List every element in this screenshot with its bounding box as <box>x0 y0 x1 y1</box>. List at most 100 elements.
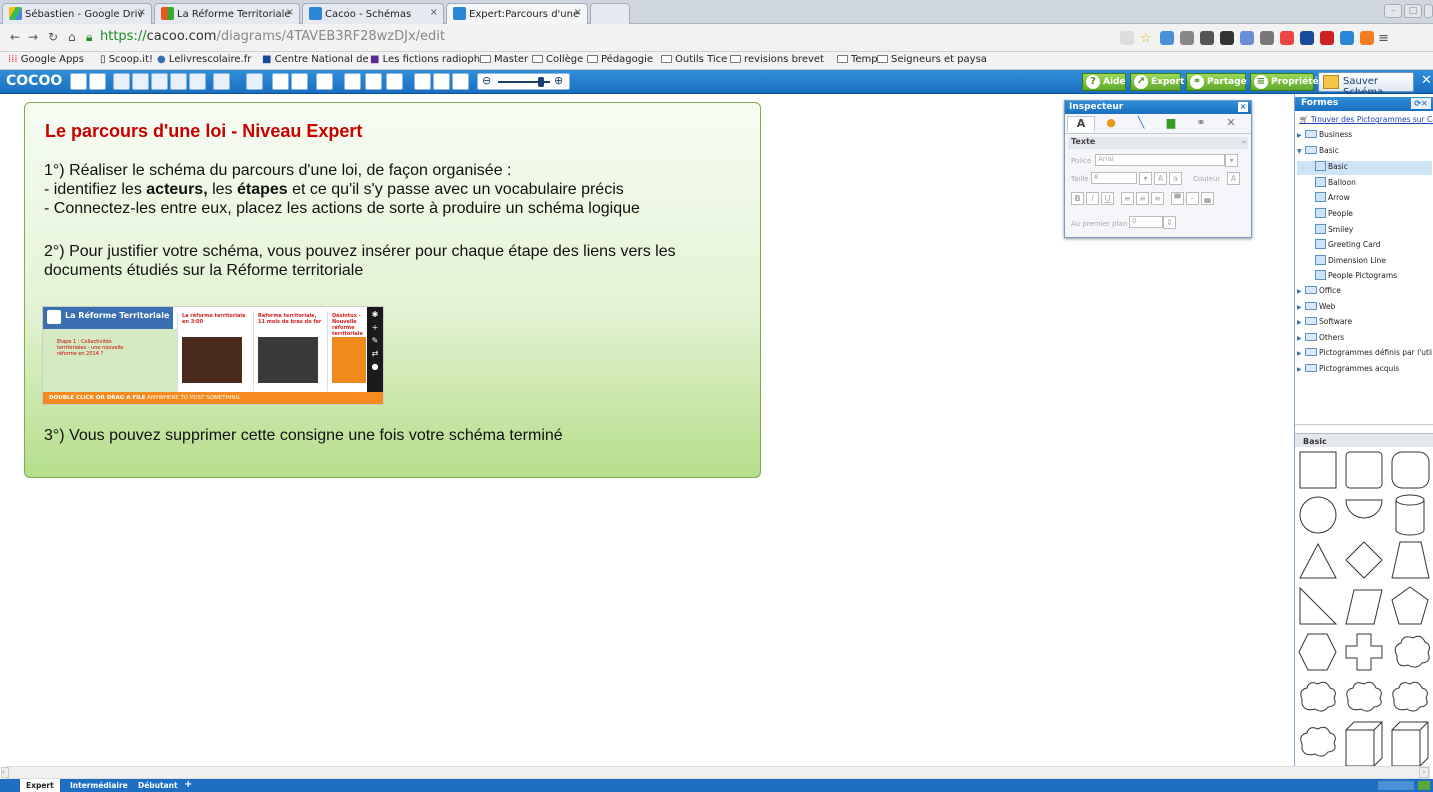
extension-icon[interactable] <box>1180 31 1194 45</box>
page-tab-intermediaire[interactable]: Intermédiaire <box>64 779 134 792</box>
line-tool-icon[interactable] <box>291 73 308 90</box>
align-right-icon[interactable]: ≡ <box>1151 192 1164 205</box>
cut-icon[interactable] <box>113 73 130 90</box>
valign-middle-icon[interactable]: – <box>1186 192 1199 205</box>
collapsed-icon[interactable]: ▶ <box>1297 288 1305 295</box>
aide-button[interactable]: ? Aide <box>1082 73 1126 91</box>
tree-item[interactable]: ▶ Office <box>1297 286 1432 300</box>
bookmark-fictions-radio[interactable]: ■ Les fictions radioph <box>370 54 480 65</box>
tree-item[interactable]: Basic <box>1297 161 1432 176</box>
maximize-window-icon[interactable]: □ <box>1404 4 1422 18</box>
cloud-shape[interactable] <box>1300 726 1336 757</box>
size-dropdown-icon[interactable]: ▾ <box>1139 172 1152 185</box>
partage-button[interactable]: ⚭ Partage <box>1186 73 1247 91</box>
find-pictograms-link[interactable]: 🛒︎ Trouver des Pictogrammes sur Ca <box>1299 115 1433 124</box>
export-button[interactable]: ↗ Export <box>1130 73 1184 91</box>
minimize-window-icon[interactable]: – <box>1384 4 1402 18</box>
right-triangle-shape[interactable] <box>1299 586 1338 625</box>
rectangle-shape[interactable] <box>1299 451 1337 489</box>
back-icon[interactable]: ← <box>10 30 20 44</box>
fill-tab-icon[interactable]: ● <box>1097 116 1125 132</box>
panel-controls-icon[interactable]: ⟳✕ <box>1411 98 1431 109</box>
tree-item[interactable]: People <box>1297 208 1432 222</box>
browser-tab-drive[interactable]: Sébastien - Google Driv × <box>2 3 152 24</box>
collapsed-icon[interactable]: ▶ <box>1297 132 1305 139</box>
decrease-font-icon[interactable]: a <box>1169 172 1182 185</box>
image-tool-icon[interactable] <box>386 73 403 90</box>
pocket-icon[interactable] <box>1220 31 1234 45</box>
bookmark-temp[interactable]: Temp <box>837 54 878 65</box>
bookmark-lelivrescolaire[interactable]: ● Lelivrescolaire.fr <box>157 54 251 65</box>
valign-top-icon[interactable]: ▀ <box>1171 192 1184 205</box>
link-tab-icon[interactable]: ⚭ <box>1187 116 1215 132</box>
forward-icon[interactable]: → <box>28 30 38 44</box>
panel-splitter[interactable] <box>1295 424 1433 425</box>
extension-icon[interactable] <box>1360 31 1374 45</box>
text-color-icon[interactable]: A <box>1227 172 1240 185</box>
ungroup-icon[interactable] <box>213 73 230 90</box>
extension-icon[interactable] <box>1260 31 1274 45</box>
zoom-handle[interactable] <box>538 77 544 87</box>
rounded-rectangle-shape[interactable] <box>1345 451 1383 489</box>
bookmark-seigneurs[interactable]: Seigneurs et paysa <box>877 54 987 65</box>
extension-icon[interactable] <box>1340 31 1354 45</box>
pentagon-shape[interactable] <box>1391 586 1429 625</box>
sauver-schema-button[interactable]: Sauver Schéma <box>1318 72 1414 98</box>
close-tab-icon[interactable]: × <box>574 7 582 18</box>
close-editor-icon[interactable]: ✕ <box>1421 73 1432 88</box>
bookmark-college[interactable]: Collège <box>532 54 583 65</box>
italic-icon[interactable]: I <box>1086 192 1099 205</box>
horizontal-scrollbar[interactable]: ‹ › <box>1 766 1430 779</box>
bookmark-revisions-brevet[interactable]: revisions brevet <box>730 54 824 65</box>
extension-icon[interactable] <box>1240 31 1254 45</box>
copy-icon[interactable] <box>132 73 149 90</box>
pen-tool-icon[interactable] <box>365 73 382 90</box>
bookmark-pedagogie[interactable]: Pédagogie <box>587 54 653 65</box>
zoom-slider[interactable]: ⊖ ⊕ <box>477 73 570 90</box>
cloud-shape[interactable] <box>1300 681 1336 712</box>
tools-tab-icon[interactable]: ✕ <box>1217 116 1245 132</box>
tree-item[interactable]: Dimension Line <box>1297 254 1432 269</box>
close-tab-icon[interactable]: × <box>430 7 438 18</box>
text-tool-icon[interactable] <box>272 73 289 90</box>
valign-bottom-icon[interactable]: ▄ <box>1201 192 1214 205</box>
collapsed-icon[interactable]: ▶ <box>1297 335 1305 342</box>
circle-shape[interactable] <box>1299 496 1337 534</box>
delete-icon[interactable] <box>170 73 187 90</box>
add-page-button[interactable]: + <box>178 779 198 792</box>
padlet-embed-image[interactable]: La Réforme Territoriale Etape 1 : Collec… <box>42 306 384 405</box>
layer-order-input[interactable]: 0 <box>1129 216 1163 228</box>
bookmark-scoopit[interactable]: ▯ Scoop.it! <box>100 54 153 65</box>
tree-item[interactable]: Greeting Card <box>1297 239 1432 253</box>
tree-item[interactable]: ▶ Business <box>1297 130 1432 144</box>
round-rectangle-shape[interactable] <box>1391 451 1430 489</box>
scroll-left-icon[interactable]: ‹ <box>1 767 9 778</box>
cylinder-shape[interactable] <box>1395 494 1425 536</box>
cube-shape[interactable] <box>1391 721 1429 766</box>
extension-icon[interactable] <box>1280 31 1294 45</box>
chrome-menu-icon[interactable]: ≡ <box>1378 31 1392 46</box>
reload-icon[interactable]: ↻ <box>48 30 58 44</box>
tree-item[interactable]: ▶ Web <box>1297 301 1432 316</box>
close-window-icon[interactable] <box>1424 4 1433 18</box>
table-tool-icon[interactable] <box>344 73 361 90</box>
view-controls[interactable] <box>1378 781 1414 790</box>
new-tab-button[interactable] <box>590 3 630 24</box>
bookmark-outils-tice[interactable]: Outils Tice <box>661 54 727 65</box>
cube-shape[interactable] <box>1345 721 1383 766</box>
bold-icon[interactable]: B <box>1071 192 1084 205</box>
tree-item[interactable]: ▶ Software <box>1297 317 1432 331</box>
info-icon[interactable] <box>452 73 469 90</box>
trapezoid-shape[interactable] <box>1391 541 1430 579</box>
font-size-input[interactable]: 8 <box>1091 172 1137 184</box>
zoom-in-icon[interactable]: ⊕ <box>554 74 563 87</box>
extension-icon[interactable] <box>1200 31 1214 45</box>
align-center-icon[interactable]: ≡ <box>1136 192 1149 205</box>
tree-item[interactable]: Balloon <box>1297 176 1432 191</box>
font-select[interactable]: Arial <box>1095 154 1225 166</box>
collapsed-icon[interactable]: ▶ <box>1297 366 1305 373</box>
cloud-shape[interactable] <box>1346 681 1382 712</box>
url-field[interactable]: https://cacoo.com/diagrams/4TAVEB3RF28wz… <box>100 29 445 44</box>
extension-icon[interactable] <box>1320 31 1334 45</box>
select-icon[interactable] <box>246 73 263 90</box>
